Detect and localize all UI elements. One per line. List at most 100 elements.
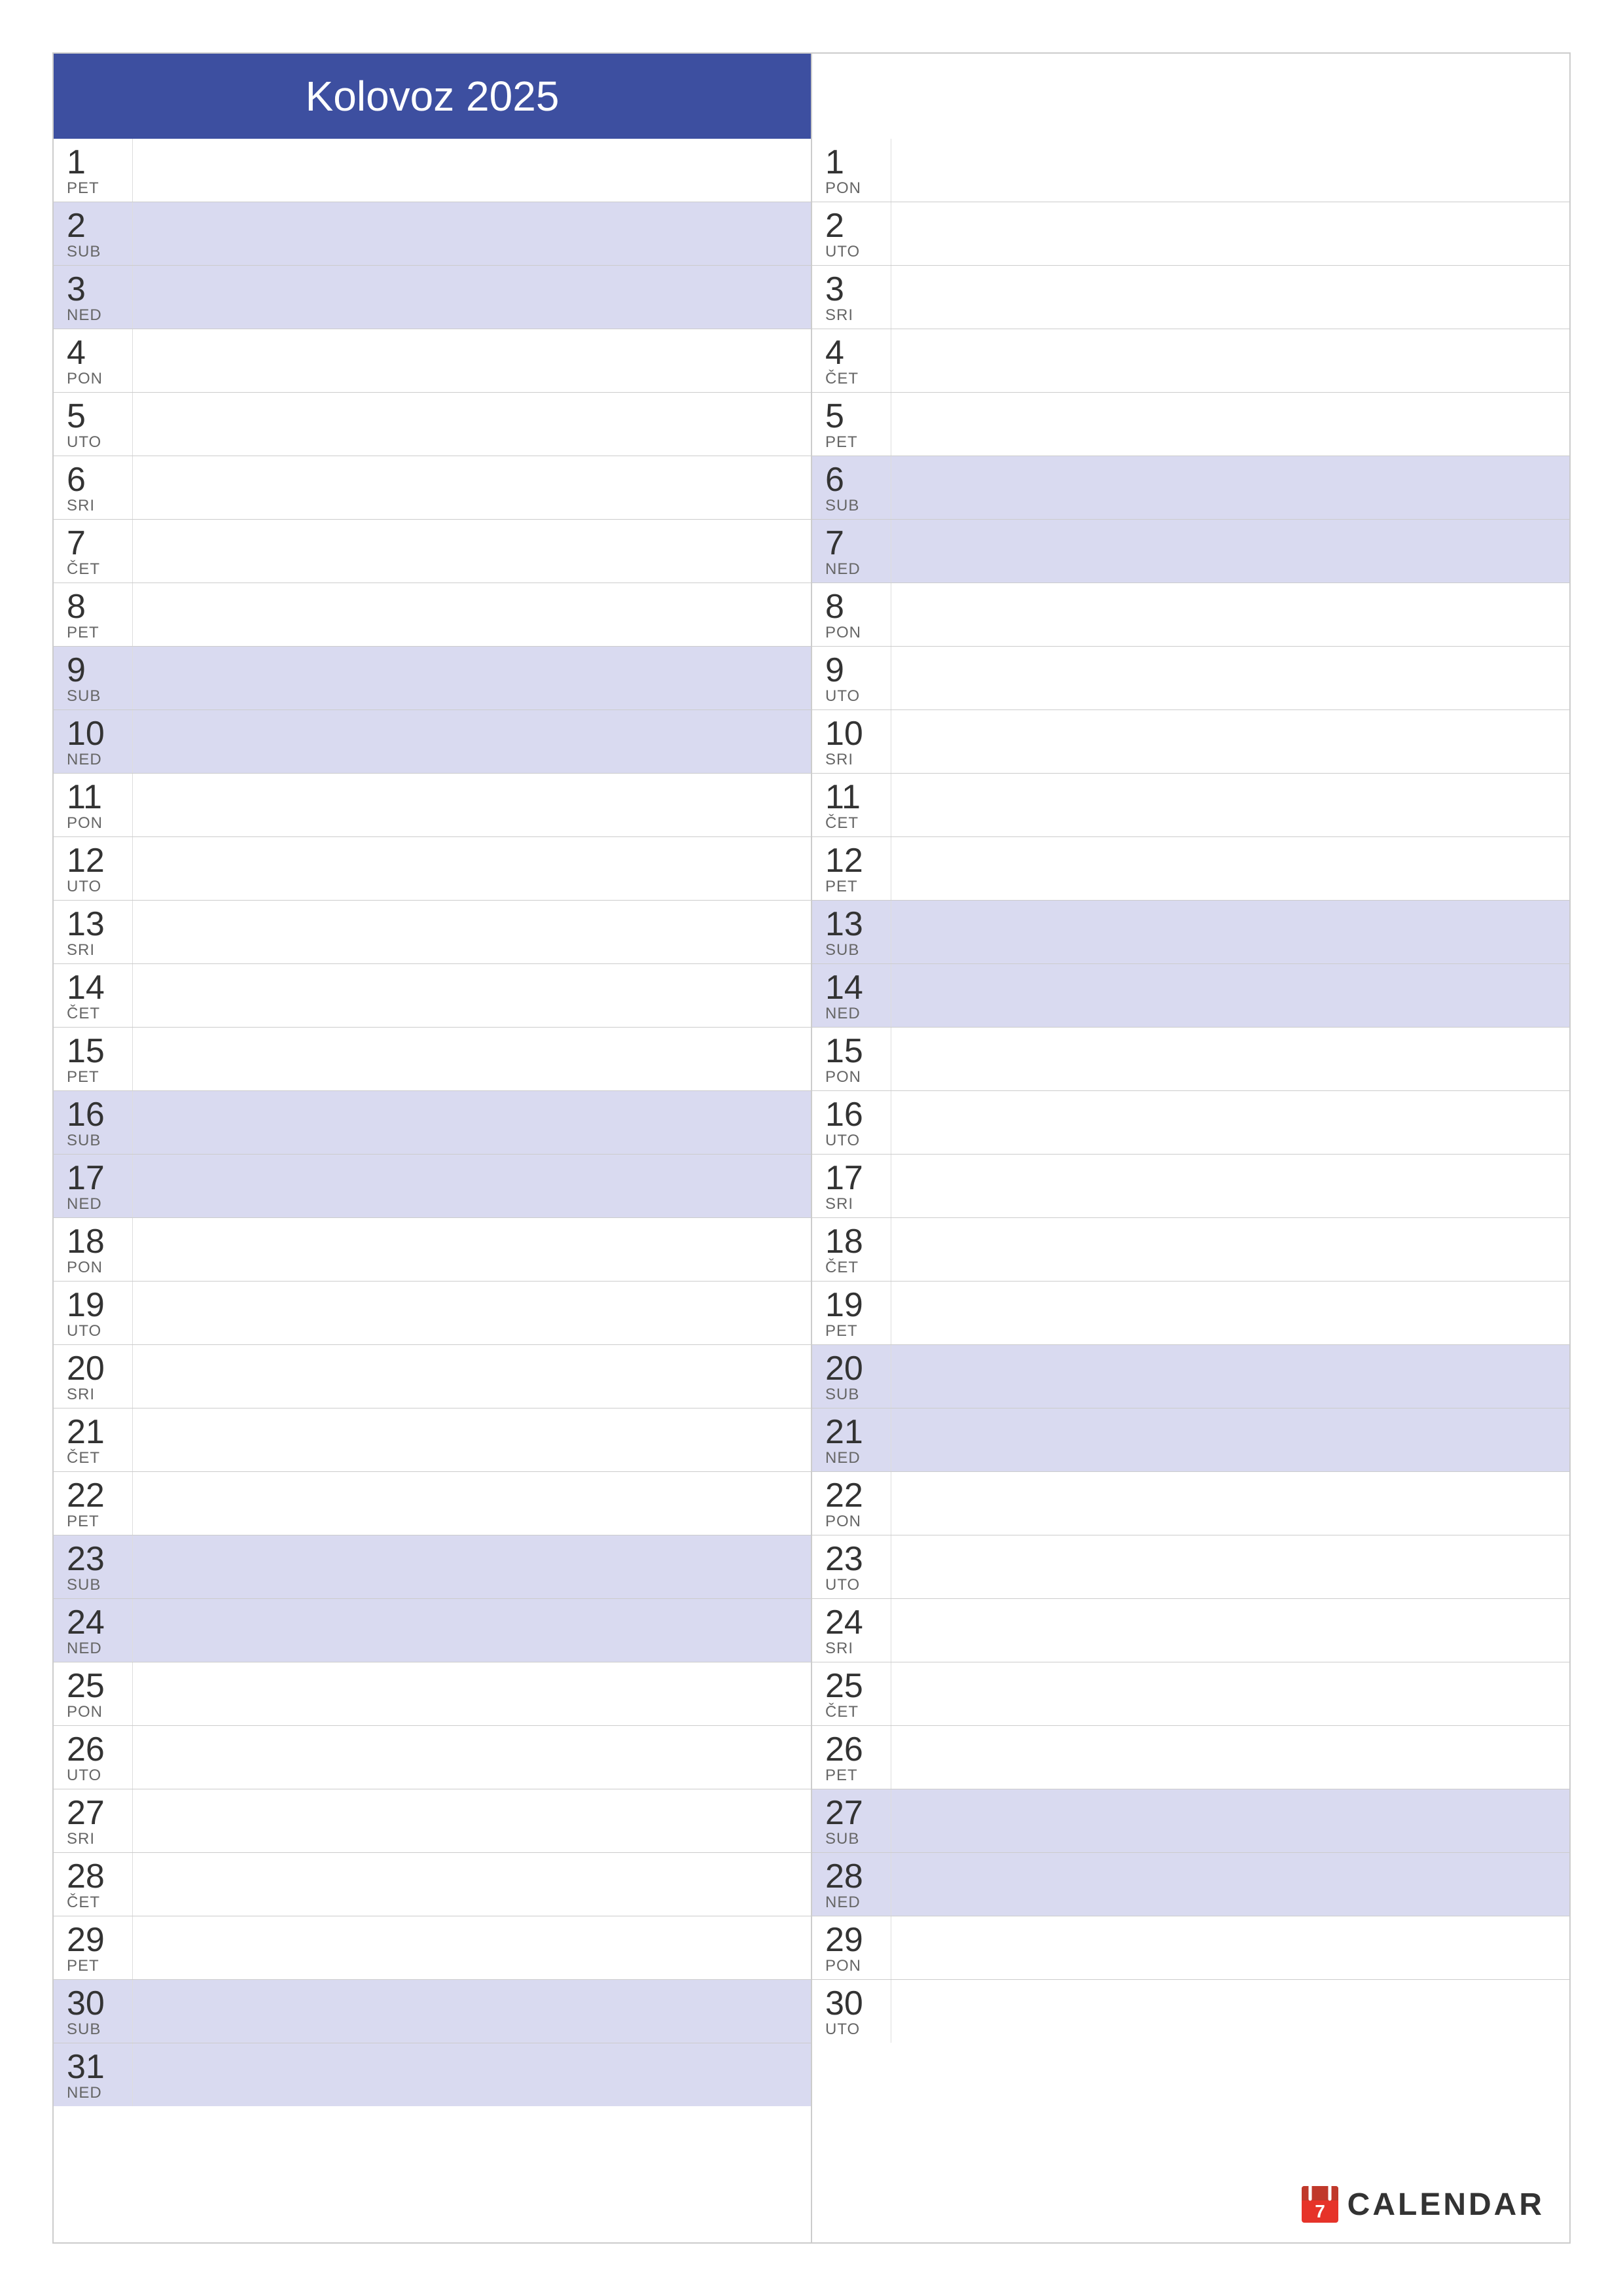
day-number: 7 — [67, 526, 119, 560]
day-name: NED — [825, 1005, 878, 1023]
day-content — [891, 1916, 1569, 1979]
day-number: 30 — [825, 1986, 878, 2020]
days-container: 1PET2SUB3NED4PON5UTO6SRI7ČET8PET9SUB10NE… — [54, 139, 1569, 2242]
day-name: SRI — [825, 306, 878, 325]
day-row: 23SUB — [54, 1535, 811, 1599]
day-name: SUB — [67, 1132, 119, 1150]
day-row: 6SUB — [812, 456, 1569, 520]
day-number-cell: 25ČET — [812, 1662, 891, 1725]
day-number-cell: 1PET — [54, 139, 132, 202]
day-content — [132, 1472, 811, 1535]
day-number-cell: 14ČET — [54, 964, 132, 1027]
day-content — [132, 1345, 811, 1408]
day-content — [891, 1028, 1569, 1090]
day-content — [891, 202, 1569, 265]
day-content — [132, 1155, 811, 1217]
day-name: SRI — [825, 1640, 878, 1658]
day-name: NED — [67, 1640, 119, 1658]
day-number: 25 — [825, 1669, 878, 1703]
day-content — [132, 583, 811, 646]
day-number: 20 — [67, 1352, 119, 1386]
day-name: SRI — [67, 1386, 119, 1404]
day-number-cell: 7NED — [812, 520, 891, 583]
day-number-cell: 18ČET — [812, 1218, 891, 1281]
day-row: 31NED — [54, 2043, 811, 2106]
day-number: 13 — [825, 907, 878, 941]
day-content — [891, 964, 1569, 1027]
day-content — [132, 393, 811, 456]
day-row: 1PET — [54, 139, 811, 202]
page: Kolovoz 2025 Rujan 2025 1PET2SUB3NED4PON… — [0, 0, 1623, 2296]
day-number-cell: 27SUB — [812, 1789, 891, 1852]
day-row: 16UTO — [812, 1091, 1569, 1155]
day-number: 14 — [825, 971, 878, 1005]
day-row: 27SUB — [812, 1789, 1569, 1853]
day-content — [891, 1662, 1569, 1725]
day-number-cell: 15PON — [812, 1028, 891, 1090]
day-number: 17 — [67, 1161, 119, 1195]
day-number-cell: 3SRI — [812, 266, 891, 329]
day-number-cell: 2UTO — [812, 202, 891, 265]
day-row: 29PET — [54, 1916, 811, 1980]
day-number-cell: 30SUB — [54, 1980, 132, 2043]
day-row: 20SRI — [54, 1345, 811, 1408]
day-number: 19 — [67, 1288, 119, 1322]
day-name: PON — [825, 1068, 878, 1086]
day-number: 28 — [67, 1859, 119, 1893]
day-content — [132, 964, 811, 1027]
day-number-cell: 11PON — [54, 774, 132, 836]
day-content — [132, 1282, 811, 1344]
day-number-cell: 14NED — [812, 964, 891, 1027]
day-content — [132, 329, 811, 392]
day-content — [132, 774, 811, 836]
day-number-cell: 27SRI — [54, 1789, 132, 1852]
day-number-cell: 20SRI — [54, 1345, 132, 1408]
day-number-cell: 12UTO — [54, 837, 132, 900]
day-number-cell: 29PON — [812, 1916, 891, 1979]
day-name: ČET — [67, 1005, 119, 1023]
day-number: 6 — [825, 463, 878, 497]
day-name: NED — [825, 1893, 878, 1912]
day-name: SRI — [67, 941, 119, 960]
day-row: 11ČET — [812, 774, 1569, 837]
day-content — [891, 1091, 1569, 1154]
day-row: 18ČET — [812, 1218, 1569, 1282]
day-row: 3SRI — [812, 266, 1569, 329]
logo-text: CALENDAR — [1347, 2187, 1544, 2223]
day-number-cell: 6SUB — [812, 456, 891, 519]
day-content — [132, 1408, 811, 1471]
day-number-cell: 29PET — [54, 1916, 132, 1979]
day-content — [891, 520, 1569, 583]
day-content — [132, 266, 811, 329]
day-number: 15 — [67, 1034, 119, 1068]
day-name: ČET — [67, 1449, 119, 1467]
day-number: 13 — [67, 907, 119, 941]
day-number: 8 — [67, 590, 119, 624]
day-content — [891, 647, 1569, 709]
day-number: 19 — [825, 1288, 878, 1322]
day-name: PON — [825, 1513, 878, 1531]
day-content — [891, 1472, 1569, 1535]
day-name: PET — [67, 624, 119, 642]
day-number-cell: 12PET — [812, 837, 891, 900]
day-name: ČET — [825, 814, 878, 833]
day-row: 12PET — [812, 837, 1569, 901]
day-number-cell: 22PON — [812, 1472, 891, 1535]
day-row: 15PET — [54, 1028, 811, 1091]
day-name: PET — [67, 1513, 119, 1531]
day-name: UTO — [825, 1576, 878, 1594]
day-row: 15PON — [812, 1028, 1569, 1091]
day-number-cell: 24NED — [54, 1599, 132, 1662]
day-number: 24 — [825, 1605, 878, 1640]
day-content — [891, 901, 1569, 963]
day-name: SRI — [825, 1195, 878, 1213]
day-number-cell: 24SRI — [812, 1599, 891, 1662]
day-number: 23 — [67, 1542, 119, 1576]
day-content — [132, 1916, 811, 1979]
left-month-title: Kolovoz 2025 — [306, 73, 560, 120]
day-row: 8PET — [54, 583, 811, 647]
day-number-cell: 21ČET — [54, 1408, 132, 1471]
day-content — [891, 583, 1569, 646]
day-row: 7ČET — [54, 520, 811, 583]
day-row: 24SRI — [812, 1599, 1569, 1662]
